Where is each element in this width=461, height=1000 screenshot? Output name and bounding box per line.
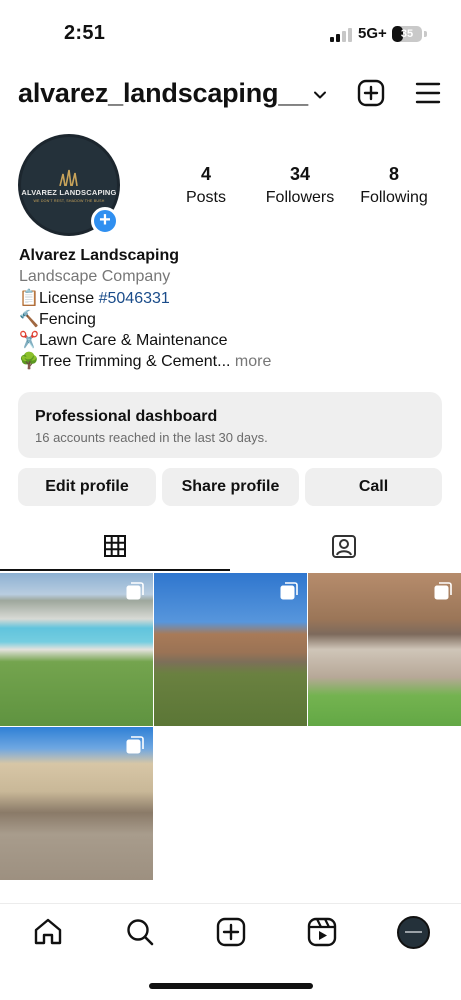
bottom-navigation <box>0 903 461 963</box>
scissors-emoji-icon: ✂️ <box>19 332 39 350</box>
avatar-logo-text: ALVAREZ LANDSCAPING <box>21 187 117 197</box>
dashboard-title: Professional dashboard <box>35 408 218 425</box>
bio-license-line: 📋License #5046331 <box>19 288 449 309</box>
bio-lawn-line: ✂️Lawn Care & Maintenance <box>19 330 449 351</box>
tree-text: Tree Trimming & Cement... <box>39 353 231 371</box>
status-bar: 2:51 5G+ 35 <box>0 0 461 64</box>
posts-count: 4 <box>200 164 211 184</box>
grid-icon <box>104 535 126 557</box>
post-thumbnail-yard[interactable] <box>308 573 461 726</box>
following-label: Following <box>360 189 428 206</box>
tab-tagged[interactable] <box>231 525 461 571</box>
posts-label: Posts <box>185 189 226 206</box>
home-indicator <box>149 983 313 989</box>
category-label: Landscape Company <box>19 268 171 286</box>
followers-label: Followers <box>265 189 335 206</box>
status-time: 2:51 <box>64 22 106 44</box>
chevron-down-icon[interactable] <box>313 88 327 102</box>
avatar-logo-tagline: WE DON'T REST, SHADOW THE BUSH <box>33 198 105 203</box>
tab-posts-grid[interactable] <box>0 525 230 571</box>
username-switcher[interactable]: alvarez_landscaping__ <box>18 78 308 109</box>
carousel-icon <box>126 582 144 600</box>
hammer-emoji-icon: 🔨 <box>19 310 39 328</box>
profile-tabs <box>0 525 461 571</box>
lawn-text: Lawn Care & Maintenance <box>39 332 228 350</box>
battery-icon: 35 <box>392 26 422 42</box>
create-icon[interactable] <box>215 916 247 948</box>
carousel-icon <box>126 736 144 754</box>
signal-icon <box>330 28 352 42</box>
share-profile-button[interactable]: Share profile <box>162 468 299 506</box>
menu-icon[interactable] <box>415 81 441 105</box>
add-story-button[interactable]: + <box>91 207 119 235</box>
avatar-container[interactable]: ALVAREZ LANDSCAPING WE DON'T REST, SHADO… <box>18 134 120 236</box>
tagged-icon <box>332 535 356 558</box>
display-name: Alvarez Landscaping <box>19 247 180 264</box>
bio-fencing-line: 🔨Fencing <box>19 309 449 330</box>
dashboard-subtitle: 16 accounts reached in the last 30 days. <box>35 430 268 445</box>
battery-level: 35 <box>400 28 414 40</box>
post-thumbnail-fence[interactable] <box>154 573 307 726</box>
followers-count: 34 <box>289 164 311 184</box>
bio-tree-line: 🌳Tree Trimming & Cement... more <box>19 351 449 372</box>
license-prefix: License <box>39 289 99 307</box>
profile-avatar[interactable] <box>397 916 430 949</box>
following-count: 8 <box>388 164 399 184</box>
fencing-text: Fencing <box>39 310 96 328</box>
post-thumbnail-pool[interactable] <box>0 573 153 726</box>
profile-bio: Alvarez Landscaping Landscape Company 📋L… <box>19 245 449 373</box>
grass-logo-icon <box>59 169 78 186</box>
posts-stat[interactable]: 4 Posts <box>176 164 236 207</box>
edit-profile-button[interactable]: Edit profile <box>18 468 156 506</box>
search-icon[interactable] <box>124 916 156 948</box>
reels-icon[interactable] <box>306 916 338 948</box>
post-thumbnail-front-yard[interactable] <box>0 727 153 880</box>
followers-stat[interactable]: 34 Followers <box>258 164 342 207</box>
bio-more-link[interactable]: more <box>230 353 271 370</box>
battery-nub <box>424 31 427 37</box>
call-button[interactable]: Call <box>305 468 442 506</box>
license-emoji-icon: 📋 <box>19 289 39 307</box>
license-hashtag-link[interactable]: #5046331 <box>99 290 170 307</box>
home-icon[interactable] <box>32 916 64 948</box>
professional-dashboard-card[interactable]: Professional dashboard 16 accounts reach… <box>18 392 442 458</box>
create-post-icon[interactable] <box>357 79 385 107</box>
following-stat[interactable]: 8 Following <box>354 164 434 207</box>
profile-header: alvarez_landscaping__ <box>0 72 461 116</box>
carousel-icon <box>434 582 452 600</box>
tree-emoji-icon: 🌳 <box>19 353 39 371</box>
profile-avatar-mark <box>405 931 422 933</box>
carousel-icon <box>280 582 298 600</box>
network-label: 5G+ <box>358 25 387 42</box>
